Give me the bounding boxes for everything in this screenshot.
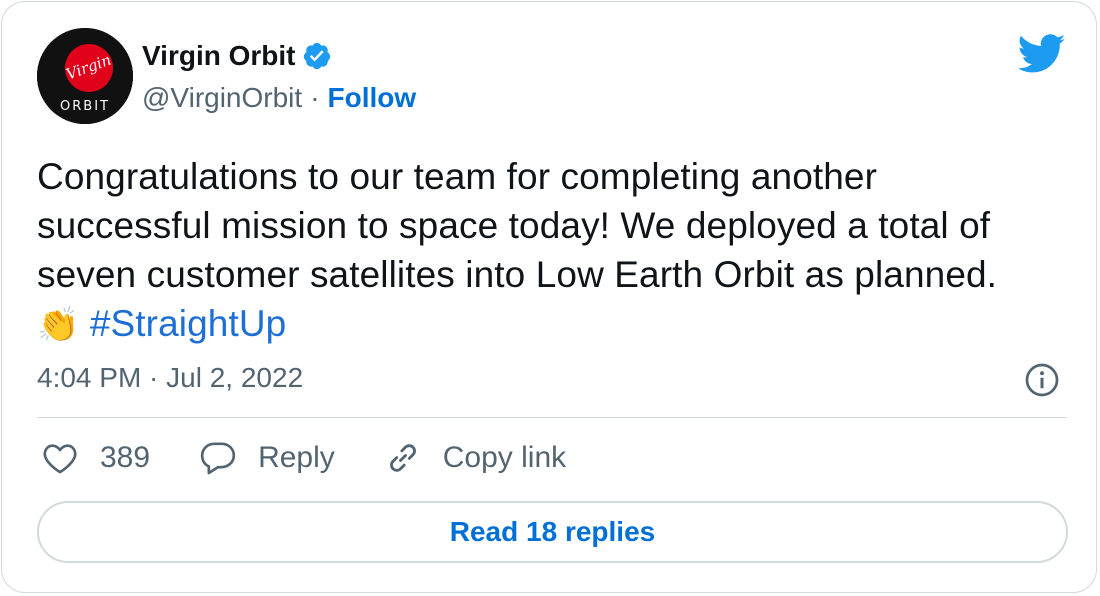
- reply-button[interactable]: Reply: [198, 438, 335, 478]
- author-name-row: Virgin Orbit: [142, 40, 332, 72]
- link-icon: [389, 444, 416, 472]
- copy-link-label: Copy link: [442, 441, 567, 474]
- like-count: 389: [100, 441, 151, 474]
- speech-bubble-icon: [200, 442, 236, 475]
- separator-dot: ·: [310, 82, 320, 113]
- verified-badge-icon: [303, 42, 330, 70]
- like-button[interactable]: 389: [40, 438, 150, 478]
- tweet-text: Congratulations to our team for completi…: [37, 152, 1067, 350]
- read-replies-button[interactable]: Read 18 replies: [37, 501, 1068, 563]
- follow-button[interactable]: Follow: [328, 82, 417, 114]
- tweet-card: Virgin ORBIT Virgin Orbit @VirginOrbit ·…: [1, 1, 1097, 593]
- read-replies-label: Read 18 replies: [449, 516, 656, 547]
- virgin-orbit-logo-icon: Virgin ORBIT: [37, 28, 133, 124]
- tweet-timestamp[interactable]: 4:04 PM · Jul 2, 2022: [37, 362, 303, 394]
- tweet-text-line: successful mission to space today! We de…: [37, 205, 991, 246]
- avatar-sub-text: ORBIT: [60, 99, 110, 114]
- copy-link-button[interactable]: Copy link: [383, 438, 566, 478]
- reply-label: Reply: [258, 441, 335, 474]
- author-handle[interactable]: @VirginOrbit: [142, 82, 302, 114]
- author-display-name[interactable]: Virgin Orbit: [142, 40, 296, 72]
- info-icon[interactable]: [1024, 362, 1060, 398]
- author-handle-row: @VirginOrbit · Follow: [142, 82, 416, 114]
- tweet-text-line: 👏 #StraightUp: [37, 299, 1067, 350]
- tweet-text-line: Congratulations to our team for completi…: [37, 156, 878, 197]
- twitter-bird-icon[interactable]: [1018, 34, 1066, 74]
- tweet-text-line: seven customer satellites into Low Earth…: [37, 254, 998, 295]
- clapping-hands-emoji: 👏: [37, 305, 80, 345]
- divider: [37, 417, 1067, 418]
- hashtag-link[interactable]: #StraightUp: [90, 303, 287, 344]
- action-bar: 389 Reply Copy link: [40, 438, 614, 478]
- heart-icon: [43, 444, 77, 474]
- avatar[interactable]: Virgin ORBIT: [37, 28, 133, 124]
